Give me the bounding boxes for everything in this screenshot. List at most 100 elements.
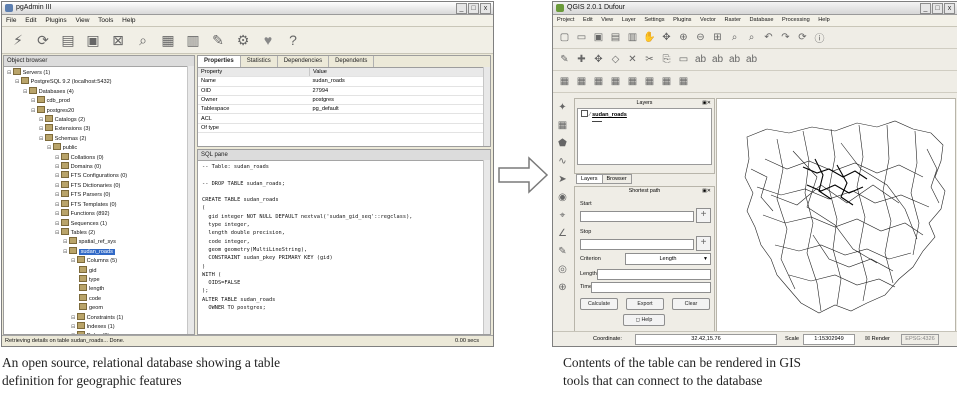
qgis-menu-raster[interactable]: Raster: [724, 17, 740, 23]
measure-tool-icon[interactable]: ⌖: [560, 210, 566, 221]
qgis-menu-edit[interactable]: Edit: [583, 17, 593, 23]
tab-properties[interactable]: Properties: [198, 56, 241, 67]
zoom-layer-icon[interactable]: ⌕: [727, 30, 742, 45]
identify-icon[interactable]: ⓘ: [812, 30, 827, 45]
stop-field[interactable]: [580, 239, 694, 250]
tab-layers[interactable]: Layers: [576, 174, 603, 184]
menu-edit[interactable]: Edit: [25, 17, 36, 24]
property-row[interactable]: ACL: [198, 113, 490, 124]
tree-node[interactable]: ⊟ PostgreSQL 9.2 (localhost:5432): [4, 77, 194, 86]
layer-item[interactable]: ⁄ sudan_roads: [578, 109, 711, 119]
criterion-select[interactable]: Length ▼: [625, 253, 711, 265]
add-wcs-icon[interactable]: ▦: [676, 74, 691, 89]
qgis-menu-layer[interactable]: Layer: [622, 17, 636, 23]
create-icon[interactable]: ▣: [83, 30, 103, 50]
pan-to-selection-icon[interactable]: ✥: [659, 30, 674, 45]
tree-node[interactable]: ⊟ postgres20: [4, 105, 194, 115]
qgis-close-button[interactable]: x: [944, 3, 955, 14]
tree-node[interactable]: ⊟ Schemas (2): [4, 133, 194, 143]
render-checkbox[interactable]: ☒ Render: [865, 332, 890, 346]
refresh-map-icon[interactable]: ⟳: [795, 30, 810, 45]
add-spatialite-icon[interactable]: ▦: [608, 74, 623, 89]
qgis-menu-help[interactable]: Help: [818, 17, 830, 23]
new-project-icon[interactable]: ▢: [557, 30, 572, 45]
zoom-last-icon[interactable]: ↶: [761, 30, 776, 45]
tree-node[interactable]: ⊟ spatial_ref_sys: [4, 237, 194, 246]
length-field[interactable]: [597, 269, 711, 280]
open-project-icon[interactable]: ▭: [574, 30, 589, 45]
menu-view[interactable]: View: [75, 17, 89, 24]
menu-help[interactable]: Help: [122, 17, 135, 24]
tree-node[interactable]: length: [4, 284, 194, 293]
stop-pick-button[interactable]: +: [696, 236, 711, 251]
export-button[interactable]: Export: [626, 298, 664, 310]
route-tool-icon[interactable]: ✎: [558, 246, 566, 257]
start-field[interactable]: [580, 211, 694, 222]
filter-icon[interactable]: ▥: [183, 30, 203, 50]
tab-browser[interactable]: Browser: [602, 174, 632, 184]
copy-features-icon[interactable]: ⎘: [659, 52, 674, 67]
property-row[interactable]: OID 27994: [198, 86, 490, 96]
qgis-menu-vector[interactable]: Vector: [700, 17, 716, 23]
qgis-menu-project[interactable]: Project: [557, 17, 574, 23]
maintenance-icon[interactable]: ✎: [208, 30, 228, 50]
time-field[interactable]: [591, 282, 711, 293]
paste-features-icon[interactable]: ▭: [676, 52, 691, 67]
qgis-menu-processing[interactable]: Processing: [782, 17, 810, 23]
cut-features-icon[interactable]: ✂: [642, 52, 657, 67]
add-oracle-icon[interactable]: ▦: [642, 74, 657, 89]
menu-tools[interactable]: Tools: [98, 17, 113, 24]
pointer-tool-icon[interactable]: ➤: [558, 174, 566, 185]
digitize-tool-icon[interactable]: ⬟: [558, 138, 567, 149]
refresh-icon[interactable]: ⟳: [33, 30, 53, 50]
property-row[interactable]: Owner postgres: [198, 95, 490, 106]
tree-node[interactable]: ⊟ Tables (2): [4, 227, 194, 237]
tree-node[interactable]: ⊟ cdb_prod: [4, 96, 194, 105]
zoom-next-icon[interactable]: ↷: [778, 30, 793, 45]
qgis-menu-plugins[interactable]: Plugins: [673, 17, 691, 23]
delete-selected-icon[interactable]: ✕: [625, 52, 640, 67]
add-postgis-icon[interactable]: ▦: [591, 74, 606, 89]
clear-button[interactable]: Clear: [672, 298, 710, 310]
label-move-icon[interactable]: ab: [727, 52, 742, 67]
shortest-path-float-icon[interactable]: ▣✕: [702, 187, 711, 195]
menu-plugins[interactable]: Plugins: [45, 17, 66, 24]
tree-node[interactable]: ⊟ Collations (0): [4, 152, 194, 162]
delete-icon[interactable]: ⊠: [108, 30, 128, 50]
tree-node[interactable]: ⊟ FTS Templates (0): [4, 199, 194, 209]
layer-checkbox[interactable]: [581, 110, 588, 117]
curve-tool-icon[interactable]: ∿: [558, 156, 566, 167]
query-icon[interactable]: ⌕: [133, 30, 153, 50]
label-icon[interactable]: ab: [693, 52, 708, 67]
tab-dependencies[interactable]: Dependencies: [278, 56, 330, 67]
coordinate-field[interactable]: 32.42,15.76: [635, 334, 777, 345]
menu-file[interactable]: File: [6, 17, 16, 24]
scale-field[interactable]: 1:15302949: [803, 334, 855, 345]
start-pick-button[interactable]: +: [696, 208, 711, 223]
tree-node[interactable]: ⊟ FTS Dictionaries (0): [4, 180, 194, 190]
calculate-button[interactable]: Calculate: [580, 298, 618, 310]
comment-tool-icon[interactable]: ◉: [558, 192, 567, 203]
add-vector-icon[interactable]: ▦: [557, 74, 572, 89]
zoom-selection-icon[interactable]: ⌕: [744, 30, 759, 45]
zoom-full-icon[interactable]: ⊞: [710, 30, 725, 45]
tree-node[interactable]: ⊟ sudan_roads: [4, 246, 194, 256]
tab-statistics[interactable]: Statistics: [241, 56, 278, 67]
tree-node[interactable]: ⊟ Functions (892): [4, 209, 194, 218]
tree-node[interactable]: ⊟ Constraints (1): [4, 312, 194, 322]
tree-node[interactable]: type: [4, 274, 194, 284]
tree-node[interactable]: ⊟ Sequences (1): [4, 218, 194, 228]
label-pin-icon[interactable]: ab: [710, 52, 725, 67]
add-mssql-icon[interactable]: ▦: [625, 74, 640, 89]
grid-tool-icon[interactable]: ▦: [558, 120, 567, 131]
sql-scrollbar[interactable]: [483, 160, 490, 334]
tree-scrollbar[interactable]: [187, 66, 194, 334]
properties-scrollbar[interactable]: [483, 67, 490, 146]
sql-text[interactable]: -- Table: sudan_roads -- DROP TABLE suda…: [198, 161, 490, 314]
add-wms-icon[interactable]: ▦: [659, 74, 674, 89]
tree-node[interactable]: ⊟ public: [4, 143, 194, 152]
zoom-out-icon[interactable]: ⊖: [693, 30, 708, 45]
tree-node[interactable]: ⊟ Databases (4): [4, 86, 194, 96]
composer-manager-icon[interactable]: ▥: [625, 30, 640, 45]
globe-tool-icon[interactable]: ◎: [558, 264, 567, 275]
